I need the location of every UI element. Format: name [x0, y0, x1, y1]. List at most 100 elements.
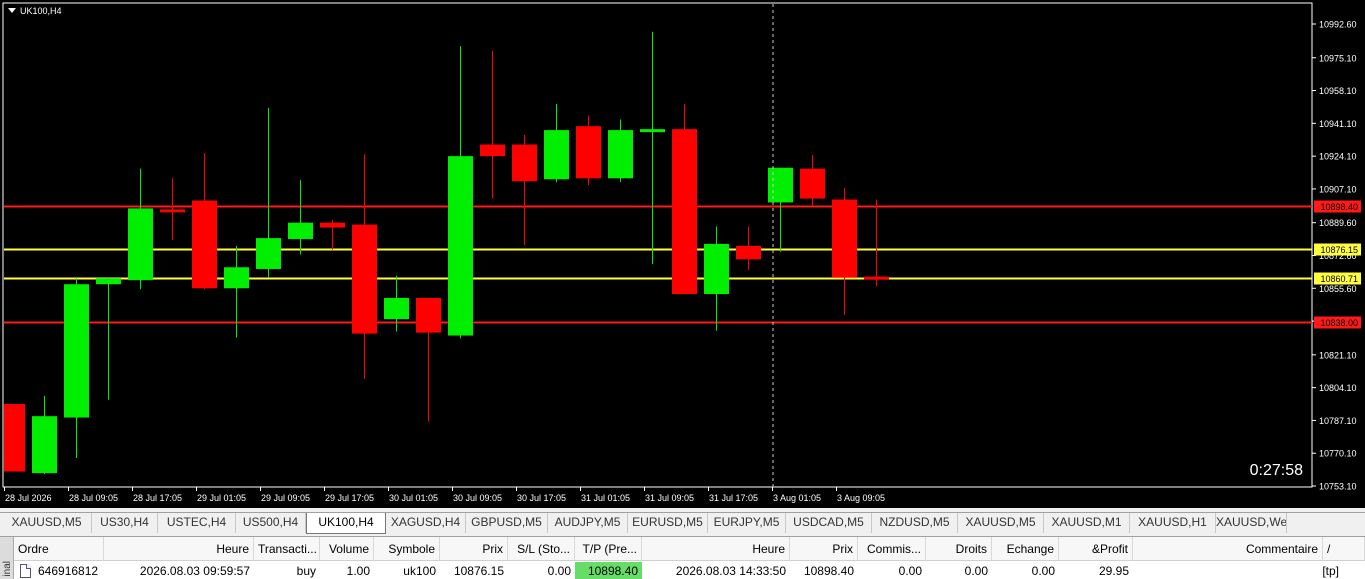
candle[interactable]: [768, 167, 793, 252]
chart-tab-xauusd-m1[interactable]: XAUUSD,M1: [1044, 513, 1130, 533]
row-symbole[interactable]: uk100: [374, 562, 440, 579]
chart-window[interactable]: 10992.60 10975.10 10958.10 10941.10 10924.10…: [0, 0, 1365, 508]
col-prix[interactable]: Prix: [440, 537, 508, 561]
candle[interactable]: [832, 187, 857, 316]
x-tick-label: 28 Jul 09:05: [69, 493, 118, 503]
y-tick-label: 10907.10: [1319, 184, 1357, 194]
y-tick-label: 10958.10: [1319, 86, 1357, 96]
candle[interactable]: [320, 219, 345, 250]
candle-body: [384, 297, 409, 320]
candle[interactable]: [512, 134, 537, 245]
chart-tab-eurusd-m5[interactable]: EURUSD,M5: [628, 513, 708, 533]
candle[interactable]: [544, 104, 569, 183]
chart-tab-us500-h4[interactable]: US500,H4: [236, 513, 306, 533]
candle[interactable]: [96, 277, 121, 400]
chart-tab-xauusd-m5[interactable]: XAUUSD,M5: [958, 513, 1044, 533]
chart-tab-usdcad-m5[interactable]: USDCAD,M5: [786, 513, 872, 533]
candle[interactable]: [288, 180, 313, 255]
candle-body: [512, 144, 537, 182]
candle-body: [64, 284, 89, 418]
candlestick-chart[interactable]: 10992.60 10975.10 10958.10 10941.10 10924.10…: [0, 0, 1365, 508]
terminal-panel: inal Ordre Heure Transacti... Volume Sym…: [0, 536, 1365, 579]
candle-body: [224, 267, 249, 289]
candle[interactable]: [4, 404, 25, 472]
candle[interactable]: [608, 119, 633, 183]
candle[interactable]: [480, 51, 505, 199]
candle-body: [320, 222, 345, 228]
row-heure[interactable]: 2026.08.03 09:59:57: [104, 562, 254, 579]
col-commission[interactable]: Commis...: [858, 537, 926, 561]
chart-tab-gbpusd-m5[interactable]: GBPUSD,M5: [466, 513, 548, 533]
chart-tab-xauusd-weekl[interactable]: XAUUSD,Weekl: [1216, 513, 1287, 533]
candle-body: [736, 245, 761, 260]
candle[interactable]: [128, 168, 153, 290]
col-heure-close[interactable]: Heure: [642, 537, 790, 561]
x-tick-label: 3 Aug 01:05: [773, 493, 821, 503]
row-heure-close[interactable]: 2026.08.03 14:33:50: [642, 562, 790, 579]
candle-body: [576, 126, 601, 179]
candle[interactable]: [864, 199, 889, 287]
col-sl[interactable]: S/L (Sto...: [508, 537, 575, 561]
row-ordre[interactable]: 646916812: [34, 562, 104, 579]
chart-tab-audjpy-m5[interactable]: AUDJPY,M5: [548, 513, 628, 533]
candle[interactable]: [352, 154, 377, 379]
terminal-side-tab[interactable]: inal: [0, 537, 14, 579]
col-echange[interactable]: Echange: [992, 537, 1059, 561]
candle[interactable]: [224, 245, 249, 338]
row-prix-close[interactable]: 10898.40: [790, 562, 858, 579]
candle[interactable]: [416, 297, 441, 422]
candle[interactable]: [672, 104, 697, 295]
candle[interactable]: [32, 395, 57, 475]
chart-tab-xagusd-h4[interactable]: XAGUSD,H4: [386, 513, 466, 533]
col-prix-close[interactable]: Prix: [790, 537, 858, 561]
candle[interactable]: [576, 115, 601, 186]
candle[interactable]: [64, 278, 89, 459]
col-sort[interactable]: /: [1323, 537, 1365, 561]
col-commentaire[interactable]: Commentaire: [1133, 537, 1323, 561]
chart-tab-nzdusd-m5[interactable]: NZDUSD,M5: [872, 513, 958, 533]
candle-body: [416, 297, 441, 333]
candle-body: [32, 416, 57, 474]
candle[interactable]: [160, 178, 185, 241]
candle[interactable]: [448, 46, 473, 339]
candle[interactable]: [800, 155, 825, 206]
row-commission[interactable]: 0.00: [858, 562, 926, 579]
candle-body: [800, 168, 825, 199]
row-volume[interactable]: 1.00: [320, 562, 374, 579]
chart-tab-eurjpy-m5[interactable]: EURJPY,M5: [708, 513, 786, 533]
candle[interactable]: [192, 153, 217, 290]
col-symbole[interactable]: Symbole: [374, 537, 440, 561]
col-volume[interactable]: Volume: [320, 537, 374, 561]
col-transaction[interactable]: Transacti...: [254, 537, 320, 561]
candle[interactable]: [640, 31, 665, 265]
chart-menu-arrow-icon[interactable]: [8, 8, 16, 13]
chart-title: UK100,H4: [20, 6, 62, 16]
row-sl[interactable]: 0.00: [508, 562, 575, 579]
y-tick-label: 10821.10: [1319, 350, 1357, 360]
row-transaction[interactable]: buy: [254, 562, 320, 579]
row-droits[interactable]: 0.00: [926, 562, 992, 579]
y-tick-label: 10975.10: [1319, 53, 1357, 63]
candle[interactable]: [704, 226, 729, 331]
candle[interactable]: [256, 107, 281, 278]
chart-tab-xauusd-h1[interactable]: XAUUSD,H1: [1130, 513, 1216, 533]
row-tp[interactable]: 10898.40: [575, 562, 642, 579]
x-tick-label: 29 Jul 09:05: [261, 493, 310, 503]
row-prix[interactable]: 10876.15: [440, 562, 508, 579]
candle[interactable]: [736, 226, 761, 270]
row-echange[interactable]: 0.00: [992, 562, 1059, 579]
candle-body: [672, 129, 697, 295]
row-profit[interactable]: 29.95: [1059, 562, 1133, 579]
x-tick-label: 31 Jul 09:05: [645, 493, 694, 503]
chart-tab-uk100-h4[interactable]: UK100,H4: [306, 513, 386, 534]
col-droits[interactable]: Droits: [926, 537, 992, 561]
chart-tab-xauusd-m5[interactable]: XAUUSD,M5: [2, 513, 92, 533]
col-profit[interactable]: &Profit: [1059, 537, 1133, 561]
col-tp[interactable]: T/P (Pre...: [575, 537, 642, 561]
col-ordre[interactable]: Ordre: [14, 537, 104, 561]
row-commentaire[interactable]: [tp]: [1133, 562, 1343, 579]
chart-tab-us30-h4[interactable]: US30,H4: [92, 513, 158, 533]
chart-tab-ustec-h4[interactable]: USTEC,H4: [158, 513, 236, 533]
col-heure[interactable]: Heure: [104, 537, 254, 561]
price-level-label-3: 10838.00: [1320, 318, 1358, 328]
